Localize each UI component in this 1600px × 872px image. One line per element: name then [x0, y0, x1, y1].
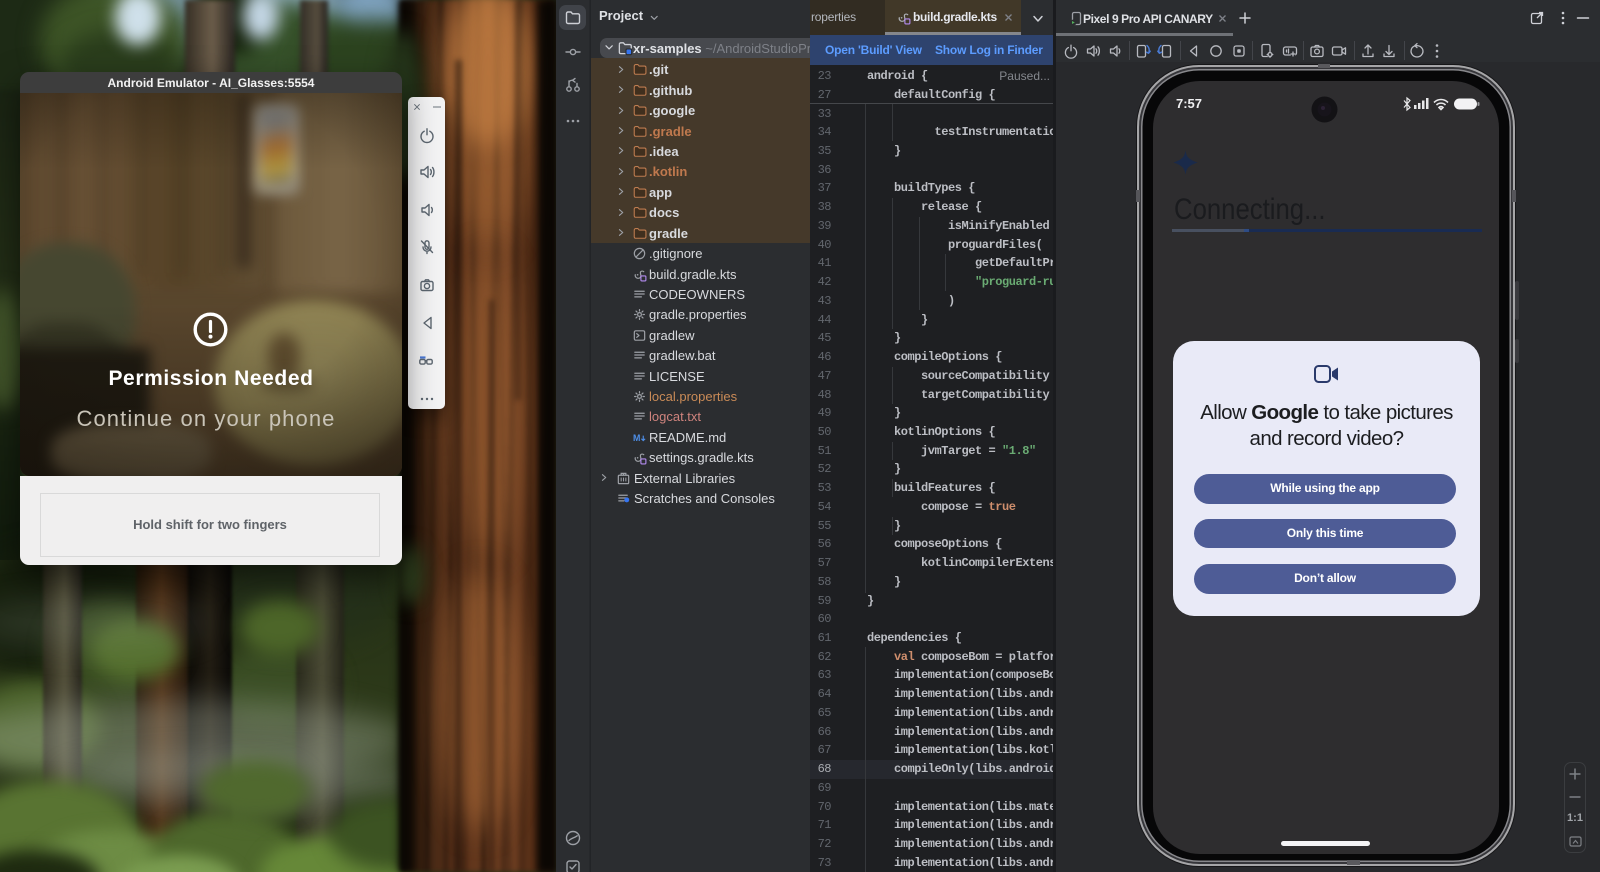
svg-text:M: M: [633, 433, 640, 443]
